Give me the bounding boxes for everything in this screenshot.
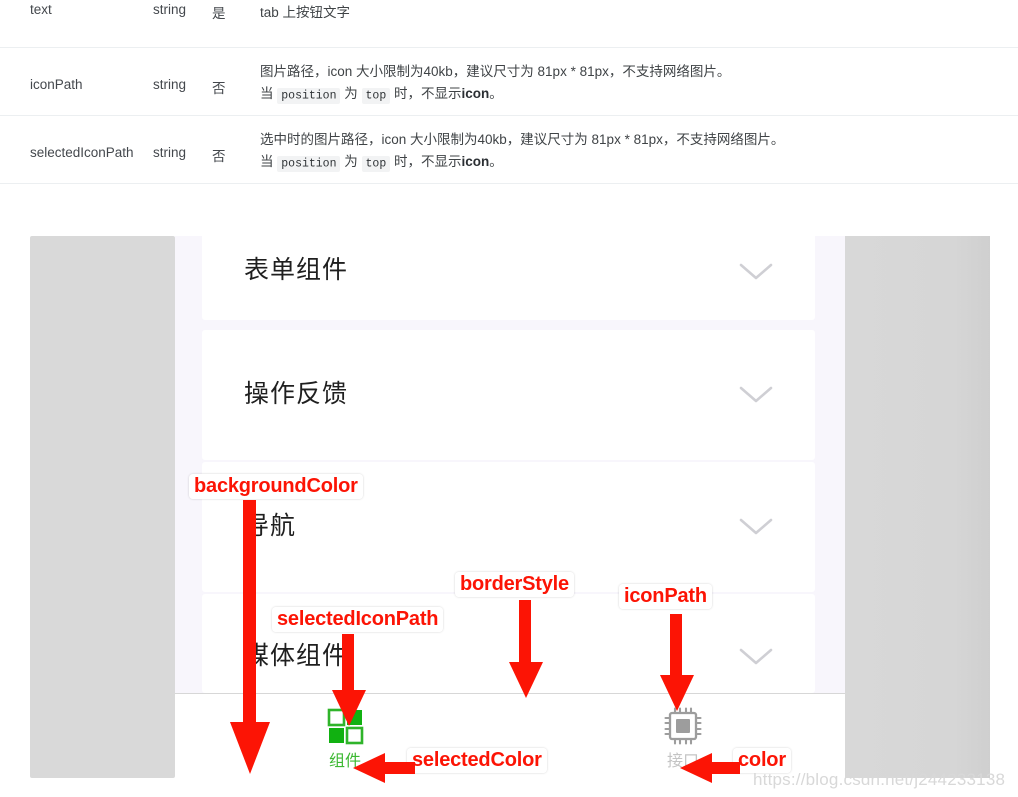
table-row: selectedIconPath string 否 选中时的图片路径，icon …	[0, 116, 1018, 184]
annotation-arrow-backgroundColor	[230, 500, 270, 774]
annotation-label-borderStyle: borderStyle	[455, 572, 574, 597]
code-top: top	[361, 155, 391, 172]
annotation-label-selectedColor: selectedColor	[407, 748, 547, 773]
description-line: 当 position 为 top 时，不显示icon。	[260, 83, 988, 107]
description-line: 图片路径，icon 大小限制为40kb，建议尺寸为 81px * 81px，不支…	[260, 64, 731, 79]
desc-text: 时，不显示	[394, 86, 462, 101]
annotation-label-backgroundColor: backgroundColor	[189, 474, 363, 499]
chevron-down-icon[interactable]	[739, 386, 773, 404]
annotation-arrow-iconPath	[660, 614, 694, 711]
param-type: string	[153, 145, 187, 160]
param-required: 否	[212, 149, 226, 164]
param-required: 是	[212, 6, 226, 21]
param-name: selectedIconPath	[30, 145, 134, 160]
param-description: tab 上按钮文字	[260, 2, 1018, 24]
list-item[interactable]: 表单组件	[202, 236, 815, 320]
desc-bold-icon: icon	[461, 86, 490, 101]
screenshot-right-gutter	[845, 236, 990, 778]
annotation-label-iconPath: iconPath	[619, 584, 712, 609]
list-item[interactable]: 操作反馈	[202, 330, 815, 460]
annotated-screenshot: 表单组件 操作反馈 导航 媒体组件 组件 接口 backgroundColor …	[30, 236, 990, 797]
param-type: string	[153, 77, 187, 92]
code-position: position	[277, 155, 341, 172]
code-position: position	[277, 87, 341, 104]
desc-bold-icon: icon	[461, 154, 490, 169]
desc-text: 当	[260, 154, 274, 169]
param-description: 选中时的图片路径，icon 大小限制为40kb，建议尺寸为 81px * 81p…	[260, 129, 1018, 175]
table-row: text string 是 tab 上按钮文字	[0, 0, 1018, 48]
table-row: iconPath string 否 图片路径，icon 大小限制为40kb，建议…	[0, 48, 1018, 116]
param-name: text	[30, 2, 52, 17]
desc-text: 当	[260, 86, 274, 101]
description-line: 选中时的图片路径，icon 大小限制为40kb，建议尺寸为 81px * 81p…	[260, 132, 785, 147]
card-title: 操作反馈	[244, 379, 349, 408]
watermark-text: https://blog.csdn.net/j244233138	[753, 770, 1006, 789]
tab-bar: 组件 接口	[175, 693, 845, 797]
api-parameter-table: text string 是 tab 上按钮文字 iconPath string …	[0, 0, 1018, 184]
chevron-down-icon[interactable]	[739, 263, 773, 281]
param-required: 否	[212, 81, 226, 96]
desc-text: 时，不显示	[394, 154, 462, 169]
page-root: text string 是 tab 上按钮文字 iconPath string …	[0, 0, 1018, 797]
code-top: top	[361, 87, 391, 104]
card-title: 表单组件	[244, 255, 349, 284]
desc-text: 为	[344, 154, 358, 169]
chevron-down-icon[interactable]	[739, 648, 773, 666]
param-type: string	[153, 2, 187, 17]
chevron-down-icon[interactable]	[739, 518, 773, 536]
phone-preview: 表单组件 操作反馈 导航 媒体组件 组件 接口	[175, 236, 845, 797]
description-line: 当 position 为 top 时，不显示icon。	[260, 151, 988, 175]
param-name: iconPath	[30, 77, 83, 92]
param-description: 图片路径，icon 大小限制为40kb，建议尺寸为 81px * 81px，不支…	[260, 61, 1018, 107]
desc-text: 。	[489, 154, 503, 169]
desc-text: 为	[344, 86, 358, 101]
annotation-arrow-color	[680, 753, 740, 783]
annotation-arrow-selectedColor	[353, 753, 415, 783]
desc-text: 。	[489, 86, 503, 101]
annotation-arrow-borderStyle	[509, 600, 543, 698]
description-line: tab 上按钮文字	[260, 5, 351, 20]
annotation-arrow-selectedIconPath	[332, 634, 366, 726]
annotation-label-selectedIconPath: selectedIconPath	[272, 607, 444, 632]
screenshot-left-gutter	[30, 236, 175, 778]
